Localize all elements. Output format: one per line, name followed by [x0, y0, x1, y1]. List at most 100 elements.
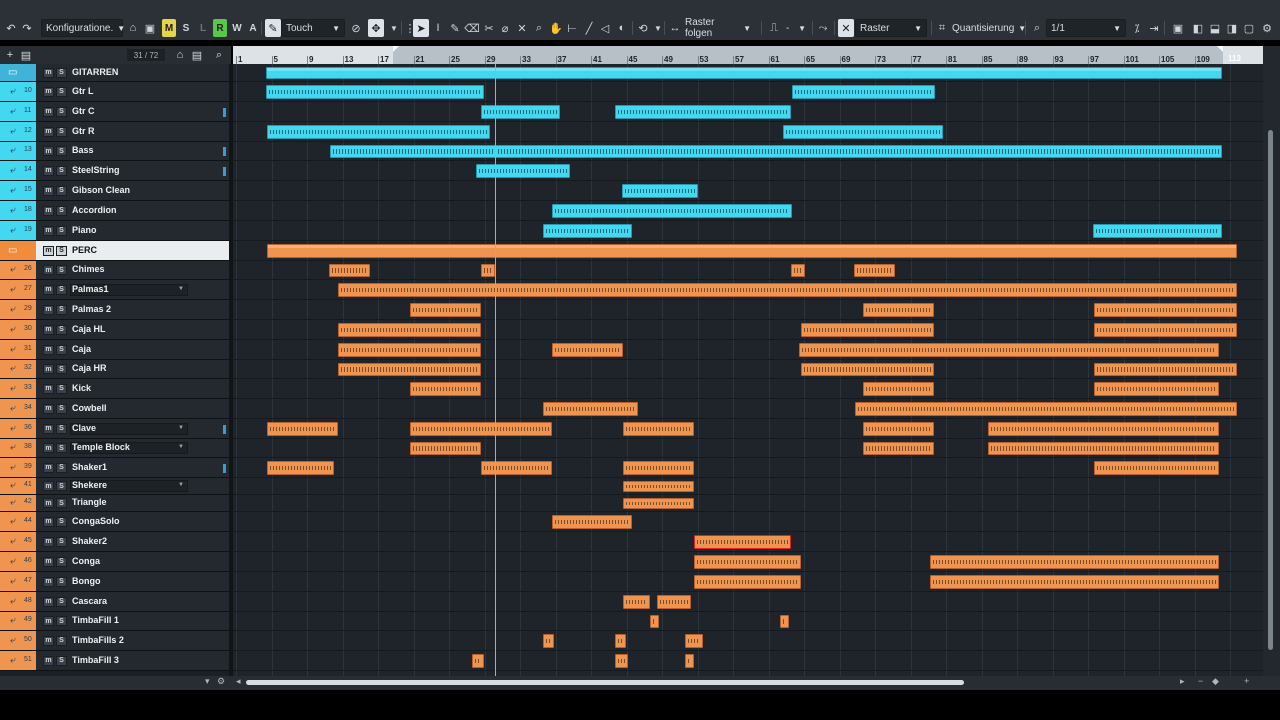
mute-button[interactable]: m [43, 106, 54, 117]
mute-button[interactable]: m [43, 481, 54, 491]
audio-event[interactable] [476, 164, 570, 178]
audio-track-icon[interactable]: ⤶ [10, 126, 16, 137]
audio-event[interactable] [799, 343, 1219, 357]
mute-button[interactable]: m [43, 616, 54, 626]
nudge-icon[interactable]: ⟲ [635, 19, 651, 37]
audio-event[interactable] [623, 481, 694, 492]
solo-button[interactable]: S [56, 596, 67, 607]
audio-event[interactable] [694, 575, 801, 589]
audio-track-icon[interactable]: ⤶ [10, 86, 16, 97]
folder-part[interactable] [266, 67, 1222, 79]
audio-track-icon[interactable]: ⤶ [10, 462, 16, 473]
audio-track-icon[interactable]: ⤶ [10, 145, 16, 156]
audio-event[interactable] [792, 85, 935, 99]
chevron-down-icon[interactable]: ▾ [205, 676, 210, 687]
a-toggle[interactable]: A [246, 19, 260, 37]
audio-event[interactable] [780, 615, 789, 628]
track-row[interactable]: ⤶ 19 m S Piano [0, 221, 231, 241]
folder-track[interactable]: ▭ m S GITARREN [0, 64, 231, 82]
mute-global-toggle[interactable]: M [162, 19, 176, 37]
mute-button[interactable]: m [43, 185, 54, 196]
track-row[interactable]: ⤶ 47 m S Bongo [0, 572, 231, 592]
mute-button[interactable]: m [43, 245, 54, 256]
listen-global-toggle[interactable]: L [196, 19, 210, 37]
track-row[interactable]: ⤶ 31 m S Caja [0, 340, 231, 360]
audio-event[interactable] [657, 595, 691, 609]
comp-tool-icon[interactable]: ⊢ [564, 19, 580, 37]
audio-track-icon[interactable]: ⤶ [10, 304, 16, 315]
track-row[interactable]: ⤶ 30 m S Caja HL [0, 320, 231, 340]
solo-button[interactable]: S [56, 403, 67, 414]
track-row[interactable]: ⤶ 33 m S Kick [0, 379, 231, 399]
solo-button[interactable]: S [56, 443, 67, 453]
solo-button[interactable]: S [56, 536, 67, 547]
audio-event[interactable] [552, 343, 623, 357]
track-row[interactable]: ⤶ 36 m S ▼ Clave [0, 419, 231, 439]
track-presets-icon[interactable]: ▤ [19, 48, 33, 62]
audio-event[interactable] [863, 422, 934, 436]
split-tool-icon[interactable]: ✂ [481, 19, 497, 37]
audio-event[interactable] [801, 323, 934, 337]
audio-track-icon[interactable]: ⤶ [10, 423, 16, 434]
line-dropdown[interactable]: - ▼ [782, 19, 810, 37]
audio-event[interactable] [1094, 461, 1219, 475]
snap-toggle-icon[interactable]: ✕ [838, 19, 854, 37]
audio-event[interactable] [988, 442, 1219, 455]
audio-track-icon[interactable]: ⤶ [10, 324, 16, 335]
play-tool-icon[interactable]: ◁ [597, 19, 613, 37]
undo-icon[interactable]: ↶ [3, 19, 19, 37]
horizontal-scroll-thumb[interactable] [246, 680, 964, 685]
solo-button[interactable]: S [56, 106, 67, 117]
mute-button[interactable]: m [43, 146, 54, 156]
zone-left-icon[interactable]: ▣ [1170, 19, 1186, 37]
zoom-slider-icon[interactable]: ◆ [1212, 676, 1219, 687]
mute-button[interactable]: m [43, 516, 54, 527]
audio-event[interactable] [267, 422, 338, 436]
audio-event[interactable] [267, 461, 334, 475]
audio-event[interactable] [930, 555, 1219, 569]
solo-button[interactable]: S [56, 185, 67, 196]
audio-track-icon[interactable]: ⤶ [10, 596, 16, 607]
solo-button[interactable]: S [56, 364, 67, 374]
audio-track-icon[interactable]: ⤶ [10, 264, 16, 275]
track-row[interactable]: ⤶ 11 m S Gtr C [0, 102, 231, 122]
mute-button[interactable]: m [43, 86, 54, 97]
audio-event[interactable] [685, 634, 703, 648]
auto-scroll-icon[interactable]: ⤳ [815, 19, 831, 37]
audio-track-icon[interactable]: ⤶ [10, 225, 16, 236]
audio-event[interactable] [410, 382, 481, 396]
track-row[interactable]: ⤶ 42 m S Triangle [0, 495, 231, 512]
track-row[interactable]: ⤶ 34 m S Cowbell [0, 399, 231, 419]
line-type-icon[interactable]: ⎍ [766, 19, 782, 37]
window-icon[interactable]: ▣ [142, 19, 158, 37]
audio-event[interactable] [543, 634, 554, 648]
zoom-out-icon[interactable]: − [1198, 676, 1203, 686]
solo-button[interactable]: S [56, 462, 67, 473]
audio-event[interactable] [1094, 363, 1237, 376]
mute-button[interactable]: m [43, 324, 54, 335]
audio-track-icon[interactable]: ⤶ [10, 205, 16, 216]
audio-track-icon[interactable]: ⤶ [10, 655, 16, 666]
audio-event[interactable] [694, 555, 801, 569]
audio-track-icon[interactable]: ⤶ [10, 344, 16, 355]
mute-button[interactable]: m [43, 383, 54, 394]
solo-button[interactable]: S [56, 655, 67, 666]
audio-track-icon[interactable]: ⤶ [10, 480, 16, 491]
mute-button[interactable]: m [43, 536, 54, 547]
solo-button[interactable]: S [56, 344, 67, 355]
quantize-apply-icon[interactable]: ⌕ [1029, 19, 1045, 37]
solo-button[interactable]: S [56, 576, 67, 587]
track-row[interactable]: ⤶ 29 m S Palmas 2 [0, 300, 231, 320]
mute-button[interactable]: m [43, 344, 54, 355]
solo-button[interactable]: S [56, 481, 67, 491]
audio-event[interactable] [783, 125, 943, 139]
audio-event[interactable] [481, 105, 560, 119]
audio-event[interactable] [1093, 224, 1222, 238]
audio-event[interactable] [988, 422, 1219, 436]
range-tool-icon[interactable]: I [430, 19, 446, 37]
mute-button[interactable]: m [43, 165, 54, 176]
erase-tool-icon[interactable]: ⌫ [464, 19, 480, 37]
mute-button[interactable]: m [43, 67, 54, 78]
audio-event[interactable] [543, 224, 632, 238]
audio-event[interactable] [1094, 323, 1237, 337]
